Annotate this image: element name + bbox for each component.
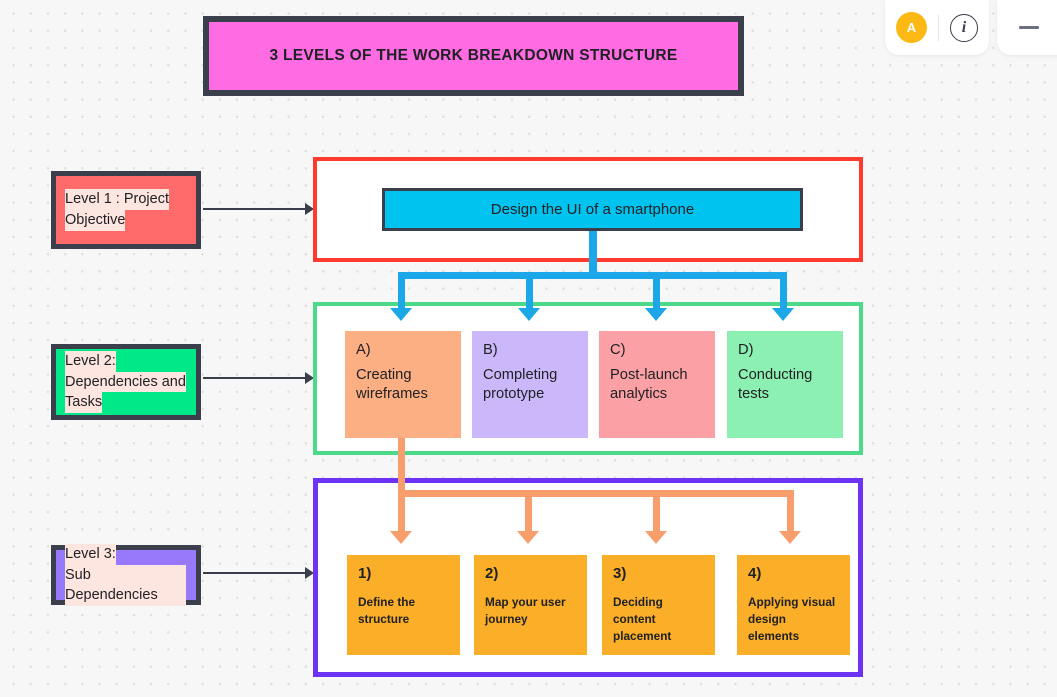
level-2-card-c[interactable]: C) Post-launch analytics [599, 331, 715, 438]
card-d-tag: D) [738, 342, 754, 358]
arrow-shaft [203, 208, 307, 210]
level-2-card-b[interactable]: B) Completing prototype [472, 331, 588, 438]
level-1-label-line-2: Objective [65, 210, 126, 231]
connector-arrowhead-b [518, 308, 540, 321]
card-3-number: 3) [613, 565, 627, 582]
card-b-line-2: prototype [483, 385, 545, 402]
card-c-line-1: Post-launch [610, 366, 688, 383]
level-2-label-line-1: Level 2: [65, 350, 116, 372]
arrow-shaft [203, 572, 307, 574]
level-2-card-d[interactable]: D) Conducting tests [727, 331, 843, 438]
connector-drop-2 [525, 490, 532, 532]
connector-drop-a [398, 272, 405, 309]
minimize-icon[interactable] [1019, 26, 1039, 29]
window-topbar: A i [0, 0, 1057, 56]
level-3-label-line-2: Sub Dependencies [65, 564, 186, 607]
connector-arrowhead-1 [390, 531, 412, 544]
connector-drop-d [780, 272, 787, 309]
card-a-line-1: Creating [356, 366, 412, 383]
level-1-label[interactable]: Level 1 : Project Objective [51, 171, 201, 249]
card-4-number: 4) [748, 565, 762, 582]
connector-a-stem [398, 438, 405, 493]
account-panel: A i [885, 0, 989, 55]
connector-arrowhead-a [390, 308, 412, 321]
toolbar-divider [938, 14, 939, 41]
connector-a-horizontal-bar [398, 490, 794, 497]
card-2-body: Map your user journey [485, 595, 566, 626]
level-3-card-1[interactable]: 1) Define the structure [347, 555, 460, 655]
connector-drop-3 [653, 490, 660, 532]
card-d-line-2: tests [738, 385, 770, 402]
card-b-tag: B) [483, 342, 498, 358]
card-3-body: Deciding content placement [613, 595, 672, 643]
card-4-body: Applying visual design elements [748, 595, 836, 643]
card-c-tag: C) [610, 342, 626, 358]
level-3-pointer-arrow-icon [203, 567, 314, 579]
level-2-card-a[interactable]: A) Creating wireframes [345, 331, 461, 438]
card-1-body: Define the structure [358, 595, 416, 626]
level-1-label-line-1: Level 1 : Project [65, 189, 169, 210]
connector-arrowhead-3 [645, 531, 667, 544]
level-3-label-line-1: Level 3: [65, 543, 116, 565]
level-2-pointer-arrow-icon [203, 372, 314, 384]
arrow-shaft [203, 377, 307, 379]
connector-drop-b [526, 272, 533, 309]
level-3-label[interactable]: Level 3: Sub Dependencies [51, 543, 201, 607]
level-3-card-2[interactable]: 2) Map your user journey [474, 555, 587, 655]
level-3-card-3[interactable]: 3) Deciding content placement [602, 555, 715, 655]
connector-arrowhead-c [645, 308, 667, 321]
card-c-line-2: analytics [610, 385, 668, 402]
card-a-line-2: wireframes [356, 385, 428, 402]
connector-root-horizontal-bar [401, 272, 786, 279]
card-d-line-1: Conducting [738, 366, 813, 383]
level-2-label-line-2: Dependencies and [65, 371, 186, 393]
connector-drop-c [653, 272, 660, 309]
window-controls-panel [997, 0, 1057, 55]
avatar[interactable]: A [896, 12, 927, 43]
connector-drop-1 [398, 490, 405, 532]
root-node[interactable]: Design the UI of a smartphone [382, 188, 803, 231]
connector-drop-4 [787, 490, 794, 532]
connector-arrowhead-4 [779, 531, 801, 544]
connector-arrowhead-2 [517, 531, 539, 544]
level-1-pointer-arrow-icon [203, 203, 314, 215]
level-3-card-4[interactable]: 4) Applying visual design elements [737, 555, 850, 655]
card-2-number: 2) [485, 565, 499, 582]
info-icon[interactable]: i [950, 13, 978, 42]
card-a-tag: A) [356, 342, 371, 358]
connector-arrowhead-d [772, 308, 794, 321]
card-1-number: 1) [358, 565, 372, 582]
level-2-label[interactable]: Level 2: Dependencies and Tasks [51, 344, 201, 420]
level-2-label-line-3: Tasks [65, 392, 103, 414]
card-b-line-1: Completing [483, 366, 558, 383]
